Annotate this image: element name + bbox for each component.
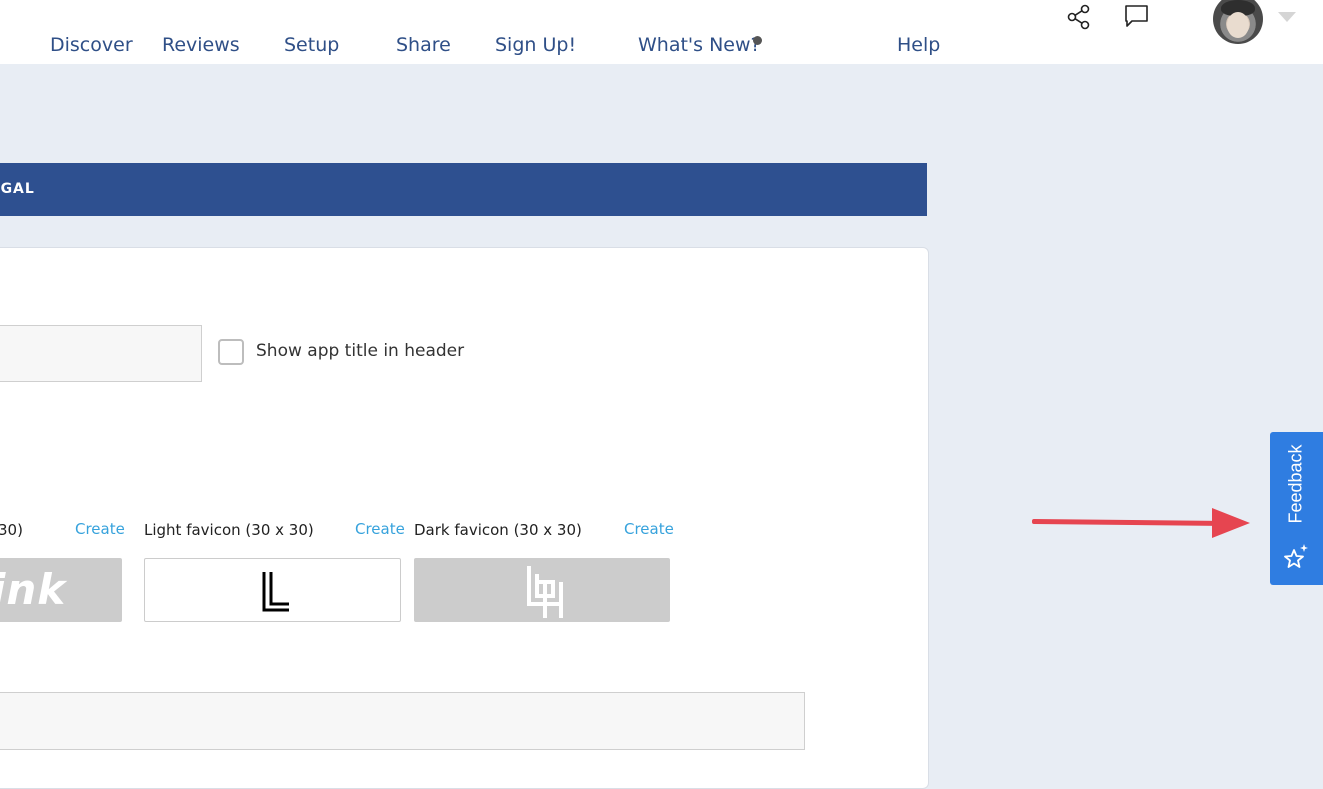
nav-discover[interactable]: Discover — [50, 34, 133, 56]
feedback-label: Feedback — [1285, 444, 1306, 524]
light-favicon-preview[interactable] — [144, 558, 401, 622]
avatar[interactable] — [1213, 0, 1263, 44]
notification-dot — [753, 36, 762, 45]
favicon-label-partial: 30) — [0, 521, 23, 539]
annotation-arrow-head — [1212, 508, 1250, 538]
dark-favicon-preview[interactable] — [414, 558, 670, 622]
section-header-label: EGAL — [0, 181, 35, 197]
show-title-label: Show app title in header — [256, 341, 465, 361]
logo-wordmark-partial: ink — [0, 565, 67, 614]
app-title-input[interactable] — [0, 325, 202, 382]
chevron-down-icon[interactable] — [1278, 12, 1296, 22]
section-header-band: EGAL — [0, 163, 927, 216]
sparkle-star-icon — [1284, 544, 1308, 568]
dark-favicon-label: Dark favicon (30 x 30) — [414, 521, 582, 539]
nav-setup[interactable]: Setup — [284, 34, 339, 56]
show-title-checkbox[interactable] — [218, 339, 244, 365]
dark-favicon-glyph — [527, 566, 563, 618]
nav-reviews[interactable]: Reviews — [162, 34, 240, 56]
nav-help[interactable]: Help — [897, 34, 940, 56]
share-icon[interactable] — [1066, 4, 1092, 34]
nav-whats-new[interactable]: What's New? — [638, 34, 761, 56]
create-dark-favicon-link[interactable]: Create — [624, 520, 674, 538]
avatar-face — [1227, 12, 1249, 38]
create-light-favicon-link[interactable]: Create — [355, 520, 405, 538]
favicon-preview-1[interactable]: ink — [0, 558, 122, 622]
nav-sign-up[interactable]: Sign Up! — [495, 34, 576, 56]
annotation-arrow-shaft — [1031, 519, 1219, 526]
light-favicon-glyph — [262, 572, 289, 612]
nav-share[interactable]: Share — [396, 34, 451, 56]
create-link-1[interactable]: Create — [75, 520, 125, 538]
bottom-text-field[interactable] — [0, 692, 805, 750]
comment-icon[interactable] — [1124, 4, 1150, 34]
feedback-tab[interactable]: Feedback — [1270, 432, 1323, 585]
light-favicon-label: Light favicon (30 x 30) — [144, 521, 314, 539]
top-navigation-bar: Discover Reviews Setup Share Sign Up! Wh… — [0, 0, 1323, 64]
